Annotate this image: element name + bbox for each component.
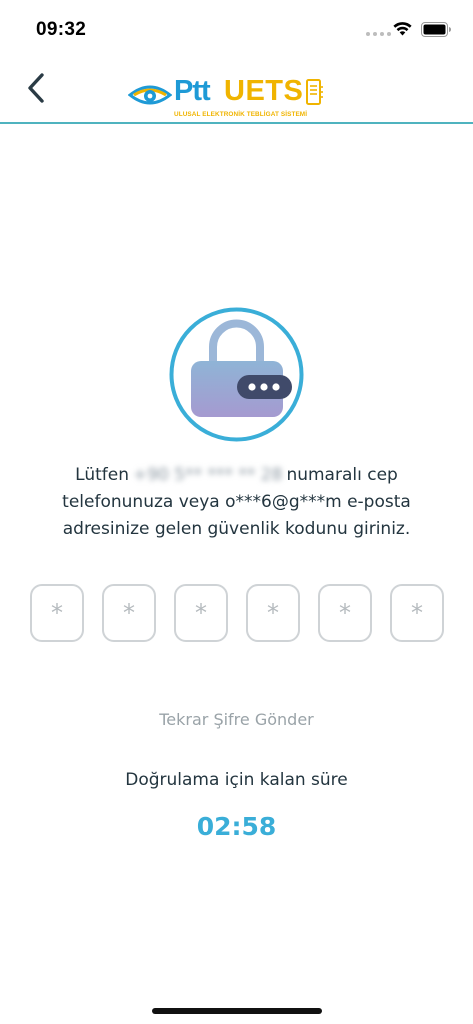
otp-digit-5[interactable]: *	[318, 584, 372, 642]
masked-phone-number: +90 5** *** ** 28	[133, 465, 283, 485]
home-indicator[interactable]	[152, 1008, 322, 1014]
wifi-icon	[393, 22, 412, 36]
logo-ptt-text: Ptt	[174, 75, 211, 107]
otp-code-inputs: * * * * * *	[30, 584, 444, 642]
document-icon	[306, 79, 323, 105]
message-prefix: Lütfen	[75, 465, 129, 485]
otp-verification-screen: 09:32 Ptt UETS ULUSAL ELEKTRONİK TEBLİGA…	[0, 0, 473, 1024]
resend-code-link[interactable]: Tekrar Şifre Gönder	[0, 710, 473, 729]
logo-uets-text: UETS	[224, 75, 304, 107]
otp-digit-3[interactable]: *	[174, 584, 228, 642]
remaining-time-label: Doğrulama için kalan süre	[125, 770, 348, 790]
otp-digit-4[interactable]: *	[246, 584, 300, 642]
signal-icon	[366, 32, 391, 36]
status-time: 09:32	[36, 19, 87, 40]
verification-message: Lütfen +90 5** *** ** 28 numaralı cep tele…	[20, 462, 453, 543]
countdown-timer: 02:58	[196, 812, 277, 841]
eye-logo-icon	[128, 85, 172, 105]
app-header: Ptt UETS ULUSAL ELEKTRONİK TEBLİGAT SİST…	[0, 58, 473, 124]
chevron-left-icon	[28, 73, 44, 103]
otp-digit-1[interactable]: *	[30, 584, 84, 642]
logo-subtitle: ULUSAL ELEKTRONİK TEBLİGAT SİSTEMİ	[174, 111, 308, 118]
otp-digit-6[interactable]: *	[390, 584, 444, 642]
battery-icon	[421, 22, 451, 37]
otp-digit-2[interactable]: *	[102, 584, 156, 642]
status-bar: 09:32	[0, 0, 473, 58]
back-button[interactable]	[18, 68, 54, 108]
ptt-uets-logo: Ptt UETS ULUSAL ELEKTRONİK TEBLİGAT SİST…	[128, 75, 328, 123]
lock-icon	[169, 307, 304, 442]
